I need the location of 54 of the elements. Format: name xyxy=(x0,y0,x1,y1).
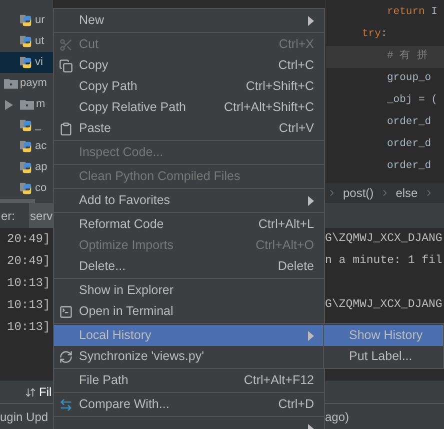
python-file-icon xyxy=(20,14,33,27)
console-line: G\ZQMWJ_XCX_DJANG xyxy=(325,297,442,314)
scissors-icon xyxy=(59,38,73,52)
tree-item[interactable]: ut xyxy=(0,31,53,52)
clipboard-icon xyxy=(59,122,73,136)
status-text: ago) xyxy=(325,408,350,426)
menu-item[interactable]: Open in Terminal xyxy=(54,301,324,322)
menu-item[interactable]: Synchronize 'views.py' xyxy=(54,346,324,367)
menu-item[interactable]: Compare With... Ctrl+D xyxy=(54,394,324,415)
sort-icon xyxy=(25,386,36,398)
breadcrumb[interactable]: else xyxy=(396,184,418,202)
run-tab[interactable]: er: xyxy=(0,203,16,228)
compare-arrows-icon xyxy=(59,398,73,412)
menu-item[interactable]: File Path Ctrl+Alt+F12 xyxy=(54,370,324,391)
console-line: 10:13] xyxy=(6,275,52,292)
python-file-icon xyxy=(20,35,33,48)
tool-tab[interactable]: Fil xyxy=(39,383,52,401)
menu-item[interactable]: Add to Favorites xyxy=(54,190,324,211)
menu-item[interactable]: Show in Explorer xyxy=(54,280,324,301)
tree-item[interactable]: co xyxy=(0,178,53,199)
console-line: 10:13] xyxy=(6,319,52,336)
menu-item[interactable]: Copy Ctrl+C xyxy=(54,55,324,76)
copy-icon xyxy=(59,59,73,73)
folder-icon xyxy=(4,78,18,89)
menu-item[interactable]: Delete... Delete xyxy=(54,256,324,277)
console-line: 10:13] xyxy=(6,297,52,314)
python-file-icon xyxy=(20,140,33,153)
tree-item[interactable]: ap xyxy=(0,157,53,178)
menu-item[interactable]: Reformat Code Ctrl+Alt+L xyxy=(54,214,324,235)
run-tab[interactable]: serv xyxy=(29,203,54,228)
tree-item[interactable]: _ xyxy=(0,115,53,136)
menu-item[interactable]: Copy Relative Path Ctrl+Alt+Shift+C xyxy=(54,97,324,118)
tree-item[interactable]: vi xyxy=(0,52,53,73)
menu-item[interactable]: Put Label... xyxy=(324,346,443,367)
menu-item[interactable]: Copy Path Ctrl+Shift+C xyxy=(54,76,324,97)
terminal-icon xyxy=(59,305,73,319)
status-text: ugin Upd xyxy=(0,408,50,426)
console-line: n a minute: 1 fil xyxy=(325,253,442,270)
tree-item[interactable]: ur xyxy=(0,10,53,31)
folder-icon xyxy=(20,99,34,110)
tree-item[interactable]: paym xyxy=(0,73,53,94)
console-line: 20:49] xyxy=(6,253,52,270)
menu-item[interactable]: Paste Ctrl+V xyxy=(54,118,324,139)
console-line: 20:49] xyxy=(6,231,52,248)
python-file-icon xyxy=(20,56,33,69)
python-file-icon xyxy=(20,182,33,195)
python-file-icon xyxy=(20,161,33,174)
python-file-icon xyxy=(20,119,33,132)
tree-item[interactable]: m xyxy=(0,94,53,115)
breadcrumb[interactable]: post() xyxy=(343,184,374,202)
menu-item[interactable]: New xyxy=(54,10,324,31)
tree-item[interactable]: ac xyxy=(0,136,53,157)
console-line: G\ZQMWJ_XCX_DJANG xyxy=(325,231,442,248)
sync-icon xyxy=(59,350,73,364)
